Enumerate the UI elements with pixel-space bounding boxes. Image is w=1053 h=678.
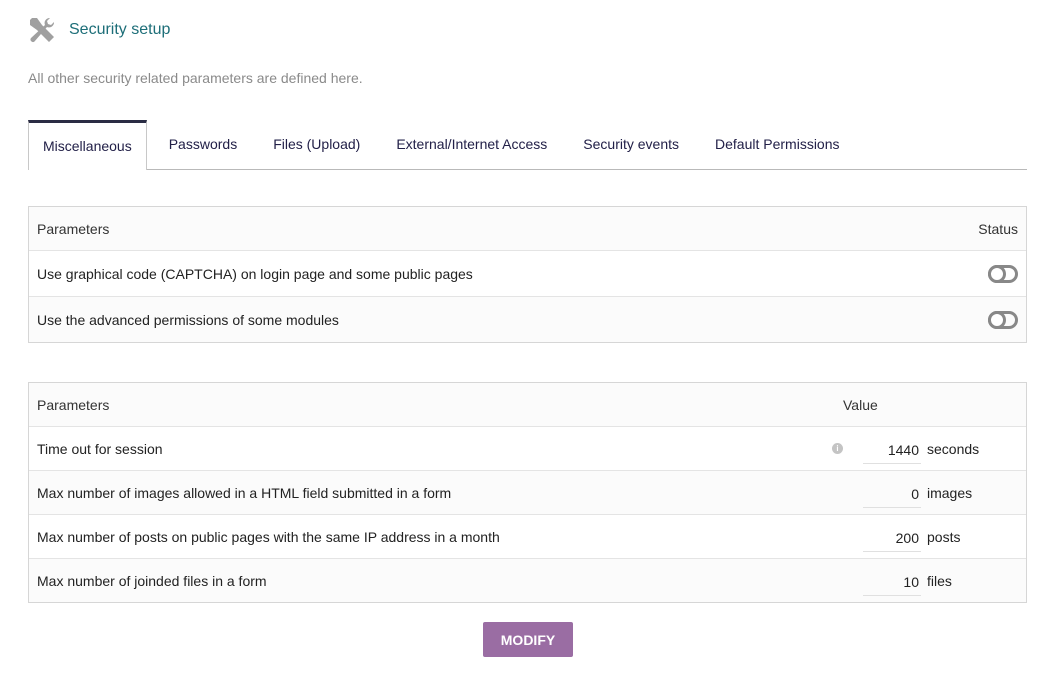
info-icon[interactable]: i	[832, 443, 843, 454]
tab-security-events[interactable]: Security events	[565, 120, 697, 169]
parameter-label: Use the advanced permissions of some mod…	[37, 311, 339, 328]
table-header: Parameters Value	[29, 383, 1026, 426]
unit-label: images	[927, 484, 973, 501]
parameter-label: Max number of posts on public pages with…	[37, 528, 500, 545]
table-row: Max number of posts on public pages with…	[29, 514, 1026, 558]
max-posts-input[interactable]	[863, 525, 921, 552]
tab-passwords[interactable]: Passwords	[151, 120, 255, 169]
column-header-value: Value	[843, 396, 878, 413]
table-row: Use the advanced permissions of some mod…	[29, 296, 1026, 342]
parameter-label: Max number of joinded files in a form	[37, 572, 267, 589]
column-header-parameters: Parameters	[37, 396, 110, 413]
table-row: Max number of images allowed in a HTML f…	[29, 470, 1026, 514]
advanced-permissions-toggle[interactable]	[988, 310, 1018, 329]
table-row: Max number of joinded files in a form fi…	[29, 558, 1026, 602]
max-images-input[interactable]	[863, 481, 921, 508]
unit-label: posts	[927, 528, 961, 545]
tools-icon	[28, 16, 56, 44]
session-timeout-input[interactable]	[863, 437, 921, 464]
modify-button[interactable]: MODIFY	[483, 622, 573, 657]
tab-miscellaneous[interactable]: Miscellaneous	[28, 120, 147, 170]
parameter-label: Time out for session	[37, 440, 163, 457]
table-header: Parameters Status	[29, 207, 1026, 250]
page-header: Security setup	[28, 16, 170, 44]
status-parameters-table: Parameters Status Use graphical code (CA…	[28, 206, 1027, 343]
table-row: Use graphical code (CAPTCHA) on login pa…	[29, 250, 1026, 296]
value-parameters-table: Parameters Value Time out for session i …	[28, 382, 1027, 603]
parameter-label: Use graphical code (CAPTCHA) on login pa…	[37, 265, 473, 282]
tab-external-internet-access[interactable]: External/Internet Access	[378, 120, 565, 169]
table-row: Time out for session i seconds	[29, 426, 1026, 470]
tab-bar: Miscellaneous Passwords Files (Upload) E…	[28, 120, 1027, 170]
page-title: Security setup	[69, 21, 171, 38]
tab-files-upload[interactable]: Files (Upload)	[255, 120, 378, 169]
column-header-parameters: Parameters	[37, 220, 110, 237]
page-description: All other security related parameters ar…	[28, 70, 363, 86]
unit-label: files	[927, 572, 952, 589]
parameter-label: Max number of images allowed in a HTML f…	[37, 484, 452, 501]
max-files-input[interactable]	[863, 569, 921, 596]
captcha-toggle[interactable]	[988, 264, 1018, 283]
tab-default-permissions[interactable]: Default Permissions	[697, 120, 858, 169]
unit-label: seconds	[927, 440, 980, 457]
column-header-status: Status	[978, 220, 1018, 237]
